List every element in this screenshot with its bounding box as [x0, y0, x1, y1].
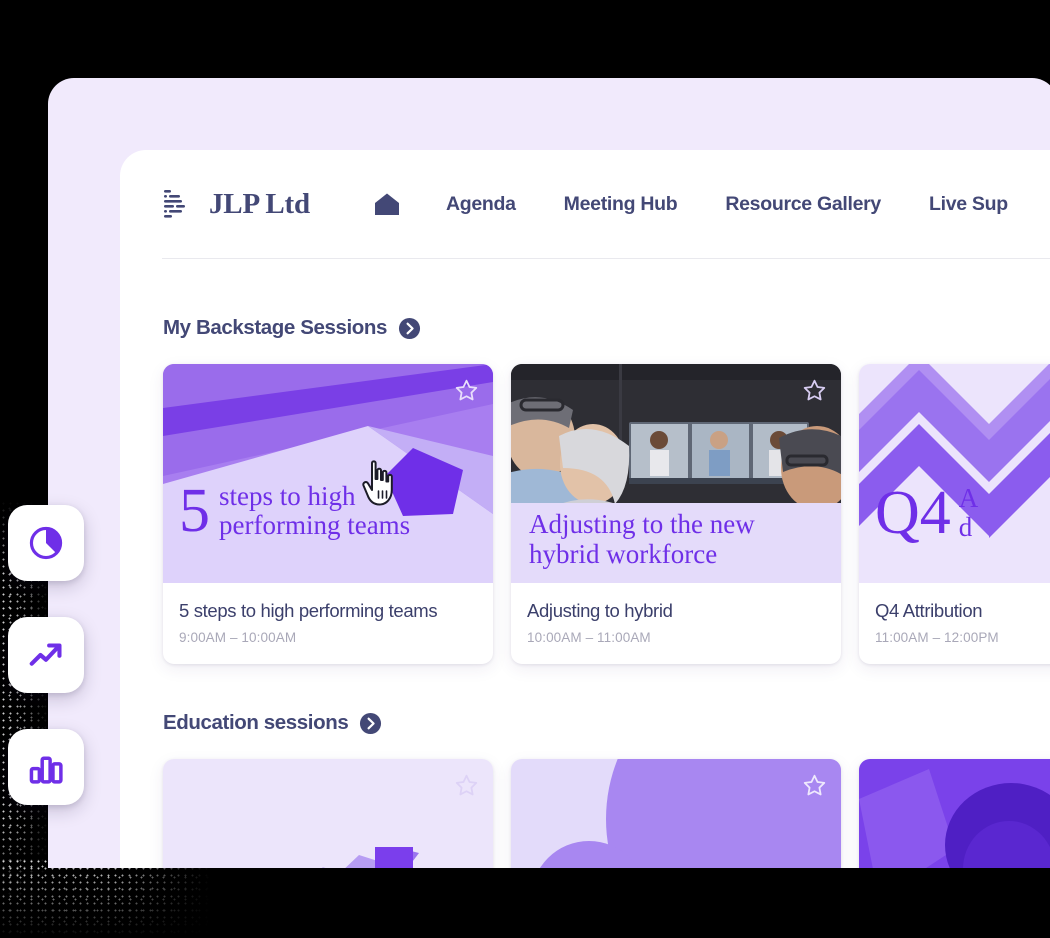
pointing-hand-cursor: [362, 460, 393, 506]
nav-item-meeting-hub[interactable]: Meeting Hub: [540, 193, 702, 216]
section-header-education: Education sessions: [120, 711, 1050, 735]
nav-item-agenda[interactable]: Agenda: [422, 193, 540, 216]
education-card[interactable]: [511, 759, 841, 868]
star-outline-icon[interactable]: [802, 378, 827, 403]
card-footer: Q4 Attribution 11:00AM – 12:00PM: [859, 583, 1050, 664]
hero-line-2: hybrid workforce: [529, 538, 718, 569]
card-hero-text: Q4 A d: [875, 479, 979, 547]
card-media-circles: [511, 759, 841, 868]
home-icon: [374, 193, 399, 215]
bars-logo-icon: [164, 190, 185, 218]
brand-logo[interactable]: JLP Ltd: [162, 187, 310, 221]
card-media-photo: Adjusting to the new hybrid workforce: [511, 364, 841, 583]
card-row-backstage: 5 steps to high performing teams 5 steps…: [120, 364, 1050, 664]
nav-item-live-support[interactable]: Live Sup: [905, 193, 1032, 216]
section-header-backstage: My Backstage Sessions: [120, 316, 1050, 340]
hero-number: 5: [179, 477, 210, 545]
card-media-dominoes: [163, 759, 493, 868]
session-card[interactable]: Adjusting to the new hybrid workforce Ad…: [511, 364, 841, 664]
education-card[interactable]: [859, 759, 1050, 868]
trending-up-icon: [29, 643, 62, 666]
app-window: JLP Ltd Agenda Meeting Hub Resource Gall…: [120, 150, 1050, 868]
brand-name: JLP Ltd: [209, 187, 310, 220]
card-title: Adjusting to hybrid: [527, 600, 673, 621]
card-media-tinted-photo: [859, 759, 1050, 868]
bar-chart-button[interactable]: [8, 729, 84, 805]
dotted-texture-bottom: [0, 858, 210, 938]
nav-item-home[interactable]: [352, 192, 422, 216]
card-row-education: [120, 759, 1050, 868]
star-outline-icon[interactable]: [802, 773, 827, 798]
bar-chart-icon: [29, 756, 63, 784]
hero-number: Q4: [875, 479, 951, 547]
card-media-geometric: 5 steps to high performing teams: [163, 364, 493, 583]
floating-icon-rail: [8, 505, 84, 805]
content-area: My Backstage Sessions 5 steps to high pe…: [120, 258, 1050, 868]
card-footer: 5 steps to high performing teams 9:00AM …: [163, 583, 493, 664]
chevron-right-circle-icon[interactable]: [359, 712, 382, 735]
session-card[interactable]: 5 steps to high performing teams 5 steps…: [163, 364, 493, 664]
session-card[interactable]: Q4 A d Q4 Attribution 11:00AM – 12:00PM: [859, 364, 1050, 664]
pie-chart-button[interactable]: [8, 505, 84, 581]
hero-line-1: A: [958, 483, 979, 513]
chevron-right-circle-icon[interactable]: [398, 317, 421, 340]
pie-chart-icon: [29, 526, 63, 560]
card-media-chevrons: Q4 A d: [859, 364, 1050, 583]
card-footer: Adjusting to hybrid 10:00AM – 11:00AM: [511, 583, 841, 664]
card-title: Q4 Attribution: [875, 600, 983, 621]
card-time: 11:00AM – 12:00PM: [875, 630, 999, 645]
screenshot-stage: JLP Ltd Agenda Meeting Hub Resource Gall…: [0, 0, 1050, 938]
top-navigation-bar: JLP Ltd Agenda Meeting Hub Resource Gall…: [120, 150, 1050, 258]
section-title-backstage: My Backstage Sessions: [163, 316, 388, 339]
card-hero-text: Adjusting to the new hybrid workforce: [529, 509, 755, 569]
nav-item-resource-gallery[interactable]: Resource Gallery: [701, 193, 905, 216]
card-time: 9:00AM – 10:00AM: [179, 630, 297, 645]
education-card[interactable]: [163, 759, 493, 868]
star-outline-icon[interactable]: [454, 773, 479, 798]
star-outline-icon[interactable]: [454, 378, 479, 403]
hero-line-2: performing teams: [219, 510, 411, 541]
nav-links: Agenda Meeting Hub Resource Gallery Live…: [352, 192, 1032, 216]
trending-up-button[interactable]: [8, 617, 84, 693]
section-title-education: Education sessions: [163, 711, 349, 734]
card-title: 5 steps to high performing teams: [179, 600, 438, 621]
hero-line-2: d: [958, 512, 973, 543]
hero-line-1: Adjusting to the new: [529, 509, 755, 539]
card-time: 10:00AM – 11:00AM: [527, 630, 651, 645]
